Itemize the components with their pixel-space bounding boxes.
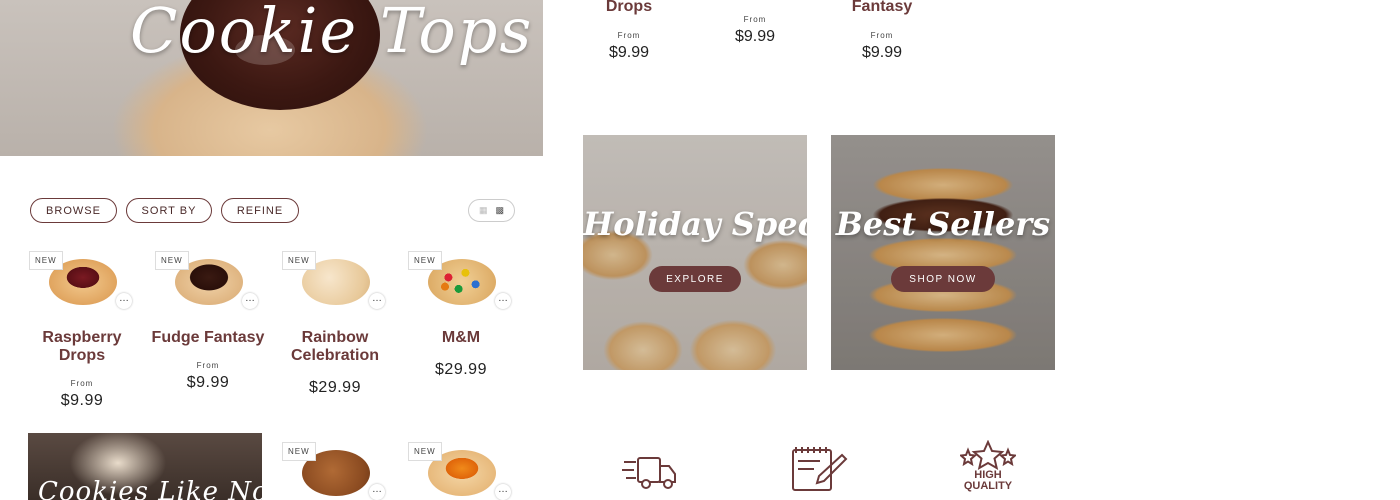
hero-banner: Cookie Tops: [0, 0, 543, 156]
product-image[interactable]: NEW …: [408, 251, 511, 309]
product-card[interactable]: NEW … Rainbow Celebration $29.99: [275, 251, 395, 397]
price-from-label: From: [870, 31, 894, 40]
more-options-icon[interactable]: …: [242, 293, 258, 309]
product-price: $9.99: [186, 374, 230, 391]
price-from-label: From: [617, 31, 641, 40]
product-card[interactable]: NEW … M&M $29.99: [401, 251, 521, 379]
product-card[interactable]: NEW … Raspberry Drops From $9.99: [22, 251, 142, 410]
delivery-truck-icon: [622, 452, 678, 492]
product-name[interactable]: Fantasy: [832, 0, 932, 16]
product-price: $9.99: [734, 28, 776, 45]
product-name[interactable]: Drops: [579, 0, 679, 16]
product-price: $9.99: [608, 44, 650, 61]
refine-button[interactable]: REFINE: [221, 198, 299, 223]
product-name[interactable]: Fudge Fantasy: [148, 329, 268, 347]
banner-title: Cookies Like No Other: [38, 477, 262, 500]
price-from-label: From: [196, 361, 220, 370]
price-from-label: From: [743, 15, 767, 24]
new-badge: NEW: [282, 251, 316, 270]
product-image[interactable]: NEW …: [282, 442, 385, 500]
product-card[interactable]: NEW …: [275, 442, 395, 500]
product-name[interactable]: Raspberry Drops: [22, 329, 142, 365]
new-badge: NEW: [155, 251, 189, 270]
new-badge: NEW: [282, 442, 316, 461]
product-card-partial[interactable]: From $9.99: [705, 15, 805, 46]
product-price: $9.99: [861, 44, 903, 61]
product-image[interactable]: NEW …: [408, 442, 511, 500]
calendar-edit-icon: [790, 445, 848, 493]
explore-button[interactable]: EXPLORE: [649, 266, 741, 292]
high-quality-badge-icon: HIGH QUALITY: [958, 440, 1018, 492]
more-options-icon[interactable]: …: [369, 293, 385, 309]
shop-now-button[interactable]: SHOP NOW: [891, 266, 995, 292]
quality-label: QUALITY: [963, 480, 1013, 492]
grid-large-icon[interactable]: ▩: [496, 205, 505, 216]
more-options-icon[interactable]: …: [495, 484, 511, 500]
promo-title: Holiday Specials: [583, 205, 807, 243]
product-image[interactable]: NEW …: [29, 251, 132, 309]
hero-title: Cookie Tops: [130, 0, 534, 67]
grid-small-icon[interactable]: ▦: [479, 205, 488, 216]
product-card-partial[interactable]: Fantasy From $9.99: [832, 0, 932, 62]
product-image[interactable]: NEW …: [282, 251, 385, 309]
holiday-specials-tile[interactable]: Holiday Specials EXPLORE: [583, 135, 807, 370]
browse-button[interactable]: BROWSE: [30, 198, 117, 223]
product-price: $9.99: [60, 392, 104, 409]
product-name[interactable]: Rainbow Celebration: [275, 329, 395, 365]
best-sellers-tile[interactable]: Best Sellers SHOP NOW: [831, 135, 1055, 370]
product-card-partial[interactable]: Drops From $9.99: [579, 0, 679, 62]
new-badge: NEW: [408, 442, 442, 461]
product-name[interactable]: M&M: [401, 329, 521, 347]
price-from-label: From: [70, 379, 94, 388]
view-toggle: ▦ ▩: [468, 199, 515, 222]
promo-title: Best Sellers: [835, 205, 1051, 243]
product-card[interactable]: NEW …: [401, 442, 521, 500]
new-badge: NEW: [408, 251, 442, 270]
product-price: $29.99: [435, 361, 487, 378]
product-price: $29.99: [309, 379, 361, 396]
more-options-icon[interactable]: …: [116, 293, 132, 309]
cookies-banner[interactable]: Cookies Like No Other: [28, 433, 262, 500]
more-options-icon[interactable]: …: [495, 293, 511, 309]
product-image[interactable]: NEW …: [155, 251, 258, 309]
more-options-icon[interactable]: …: [369, 484, 385, 500]
new-badge: NEW: [29, 251, 63, 270]
product-card[interactable]: NEW … Fudge Fantasy From $9.99: [148, 251, 268, 392]
sort-by-button[interactable]: SORT BY: [126, 198, 212, 223]
